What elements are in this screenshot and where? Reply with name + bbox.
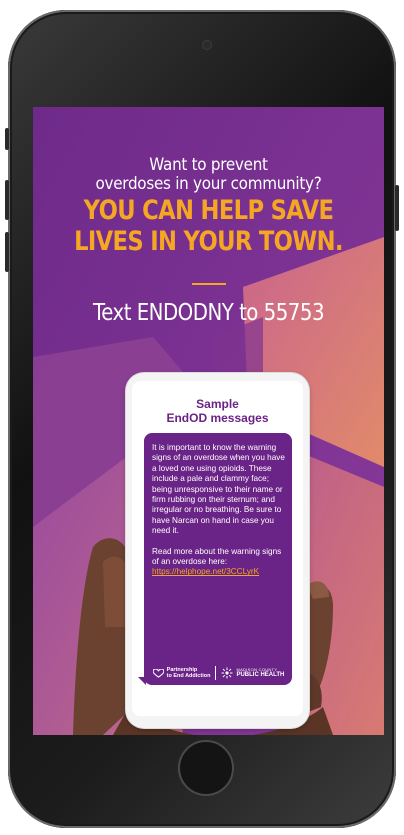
sample-phone-screen: Sample EndOD messages It is important to… xyxy=(132,381,303,716)
footer-logos: Partnership to End Addiction MADISON COU… xyxy=(140,666,297,680)
partnership-logo: Partnership to End Addiction xyxy=(152,667,211,679)
sample-phone: Sample EndOD messages It is important to… xyxy=(126,373,309,728)
volume-down-button xyxy=(5,232,9,272)
county-health-logo: MADISON COUNTY PUBLIC HEALTH xyxy=(221,667,284,679)
partnership-logo-text: Partnership to End Addiction xyxy=(166,667,211,679)
mute-switch xyxy=(5,128,9,150)
public-health-label: PUBLIC HEALTH xyxy=(236,672,285,678)
message-text-2: Read more about the warning signs of an … xyxy=(152,547,285,578)
home-button[interactable] xyxy=(178,740,234,796)
front-camera xyxy=(203,41,211,49)
message-text-1: It is important to know the warning sign… xyxy=(152,443,285,536)
sample-title: Sample EndOD messages xyxy=(166,397,269,425)
heart-outline-icon xyxy=(152,668,164,678)
message-text-2-body: Read more about the warning signs of an … xyxy=(152,546,282,567)
logo-separator xyxy=(215,666,217,680)
phone-screen: Want to prevent overdoses in your commun… xyxy=(33,107,384,735)
volume-up-button xyxy=(5,180,9,220)
message-link[interactable]: https://helphope.net/3CCLyrK xyxy=(152,567,259,576)
message-bubble: It is important to know the warning sign… xyxy=(144,433,292,685)
power-button xyxy=(395,185,399,231)
county-health-text: MADISON COUNTY PUBLIC HEALTH xyxy=(236,667,284,679)
sunburst-icon xyxy=(221,667,233,679)
